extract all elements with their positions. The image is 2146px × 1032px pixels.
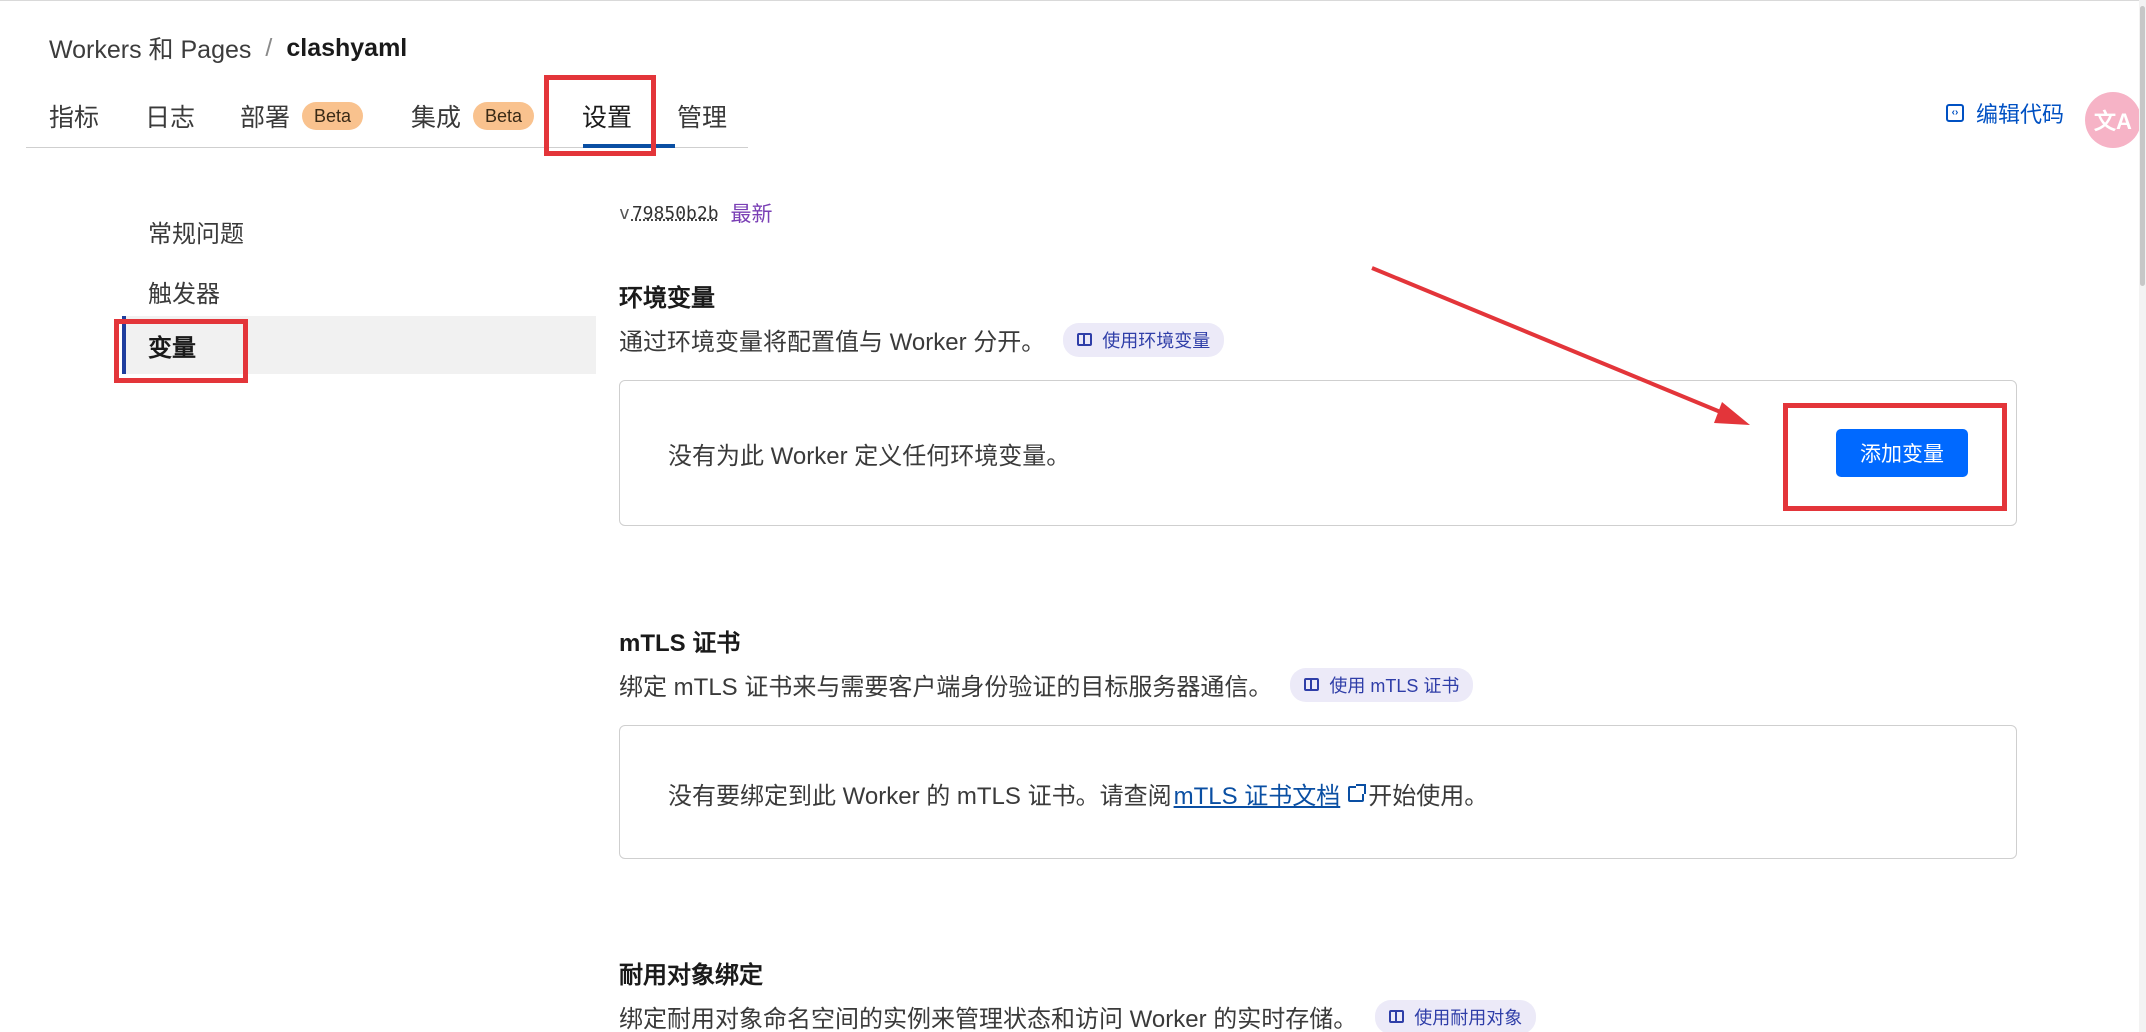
beta-badge: Beta <box>302 102 364 130</box>
sidebar-item-triggers[interactable]: 触发器 <box>122 262 596 320</box>
mtls-doc-link[interactable]: 使用 mTLS 证书 <box>1290 667 1474 702</box>
durable-doc-link-label: 使用耐用对象 <box>1414 1007 1523 1028</box>
version-status: 最新 <box>730 203 773 226</box>
tab-manage[interactable]: 管理 <box>677 94 727 138</box>
mtls-section-title: mTLS 证书 <box>619 630 741 657</box>
tab-label: 集成 <box>411 104 462 132</box>
mtls-empty-suffix: 开始使用。 <box>1368 783 1489 810</box>
env-empty-text: 没有为此 Worker 定义任何环境变量。 <box>668 443 1071 470</box>
tab-metrics[interactable]: 指标 <box>49 94 99 138</box>
breadcrumb-parent[interactable]: Workers 和 Pages <box>49 30 251 66</box>
version-indicator: v 79850b2b 最新 <box>619 199 773 227</box>
mtls-section-description: 绑定 mTLS 证书来与需要客户端身份验证的目标服务器通信。 使用 mTLS 证… <box>619 667 1474 702</box>
top-border <box>0 0 2146 4</box>
sidebar-item-general[interactable]: 常规问题 <box>122 202 596 260</box>
mtls-description-text: 绑定 mTLS 证书来与需要客户端身份验证的目标服务器通信。 <box>619 674 1273 701</box>
env-section-title: 环境变量 <box>619 285 715 312</box>
tab-bar: 指标 日志 部署 Beta 集成 Beta 设置 管理 <box>26 84 748 148</box>
breadcrumb-separator: / <box>265 33 273 62</box>
edit-code-button[interactable]: ‹› 编辑代码 <box>1946 97 2064 129</box>
mtls-docs-link[interactable]: mTLS 证书文档 <box>1174 776 1341 811</box>
book-icon <box>1077 333 1093 346</box>
version-prefix: v <box>619 202 630 224</box>
translate-icon[interactable]: 文A <box>2085 92 2141 148</box>
env-description-text: 通过环境变量将配置值与 Worker 分开。 <box>619 329 1046 356</box>
tab-label: 设置 <box>582 104 633 132</box>
code-icon: ‹› <box>1946 104 1964 122</box>
tab-logs[interactable]: 日志 <box>145 94 195 138</box>
add-variable-button[interactable]: 添加变量 <box>1836 429 1968 477</box>
tab-label: 指标 <box>49 104 100 132</box>
mtls-empty-text: 没有要绑定到此 Worker 的 mTLS 证书。请查阅 mTLS 证书文档 开… <box>668 776 1488 811</box>
sidebar-item-variables[interactable]: 变量 <box>122 316 596 374</box>
durable-section-title: 耐用对象绑定 <box>619 962 763 989</box>
env-variables-panel: 没有为此 Worker 定义任何环境变量。 <box>619 380 2017 526</box>
env-section-description: 通过环境变量将配置值与 Worker 分开。 使用环境变量 <box>619 322 1225 357</box>
sidebar-item-label: 变量 <box>148 334 196 362</box>
env-doc-link-label: 使用环境变量 <box>1102 330 1211 351</box>
external-link-icon <box>1348 783 1367 802</box>
version-hash[interactable]: 79850b2b <box>632 203 719 224</box>
env-doc-link[interactable]: 使用环境变量 <box>1063 322 1225 357</box>
edit-code-label: 编辑代码 <box>1976 102 2065 127</box>
book-icon <box>1304 678 1320 691</box>
beta-badge: Beta <box>473 102 535 130</box>
tab-label: 日志 <box>145 104 196 132</box>
book-icon <box>1389 1010 1405 1023</box>
tab-label: 管理 <box>677 104 728 132</box>
durable-doc-link[interactable]: 使用耐用对象 <box>1375 999 1537 1032</box>
mtls-certificates-panel: 没有要绑定到此 Worker 的 mTLS 证书。请查阅 mTLS 证书文档 开… <box>619 725 2017 859</box>
active-tab-indicator <box>583 144 675 148</box>
tab-settings[interactable]: 设置 <box>582 94 632 138</box>
tab-deployments[interactable]: 部署 Beta <box>240 94 364 138</box>
breadcrumb-current: clashyaml <box>286 33 408 62</box>
durable-section-description: 绑定耐用对象命名空间的实例来管理状态和访问 Worker 的实时存储。 使用耐用… <box>619 999 1537 1032</box>
sidebar-item-label: 触发器 <box>148 280 220 308</box>
tab-integrations[interactable]: 集成 Beta <box>411 94 535 138</box>
sidebar-item-label: 常规问题 <box>148 220 244 248</box>
mtls-empty-prefix: 没有要绑定到此 Worker 的 mTLS 证书。请查阅 <box>668 783 1172 810</box>
breadcrumb: Workers 和 Pages / clashyaml <box>49 30 407 66</box>
mtls-doc-link-label: 使用 mTLS 证书 <box>1329 675 1460 696</box>
durable-description-text: 绑定耐用对象命名空间的实例来管理状态和访问 Worker 的实时存储。 <box>619 1006 1358 1032</box>
tab-label: 部署 <box>240 104 291 132</box>
scrollbar-thumb[interactable] <box>2140 6 2145 286</box>
